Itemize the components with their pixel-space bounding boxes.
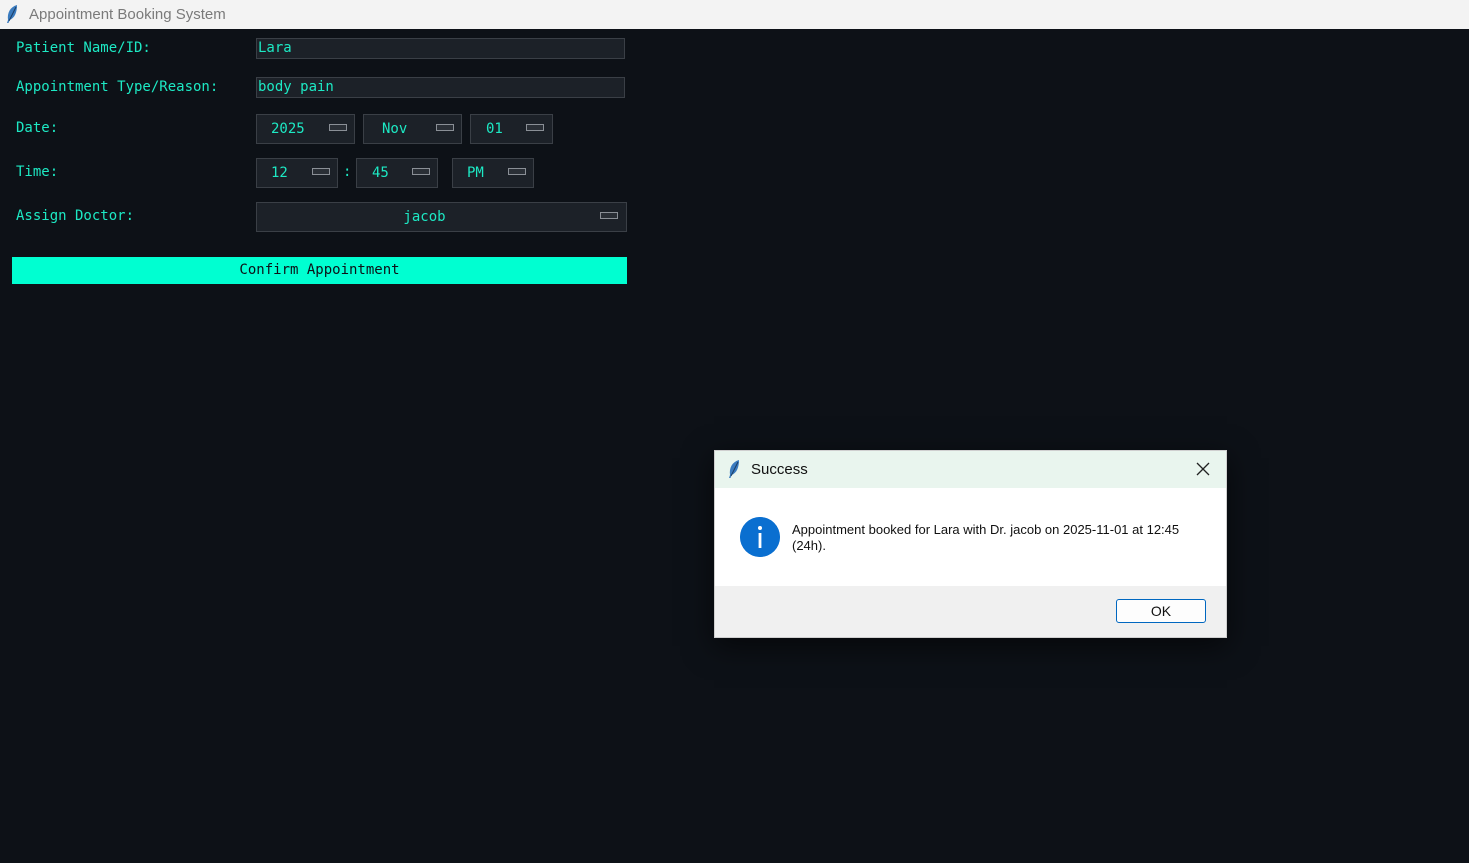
day-value: 01 [486,121,503,137]
patient-input[interactable]: Lara [256,38,625,59]
month-dropdown[interactable]: Nov [363,114,462,144]
success-dialog: Success Appointment booked for Lara with… [714,450,1227,638]
dropdown-indicator-icon [526,124,544,131]
minute-value: 45 [372,165,389,181]
dialog-message: Appointment booked for Lara with Dr. jac… [792,522,1180,553]
dropdown-indicator-icon [412,168,430,175]
reason-input[interactable]: body pain [256,77,625,98]
hour-dropdown[interactable]: 12 [256,158,338,188]
month-value: Nov [382,121,408,137]
dialog-footer: OK [715,586,1226,637]
dropdown-indicator-icon [600,212,618,219]
day-dropdown[interactable]: 01 [470,114,553,144]
dropdown-indicator-icon [436,124,454,131]
window-titlebar: Appointment Booking System [0,0,1469,29]
feather-icon [729,460,739,478]
confirm-appointment-button[interactable]: Confirm Appointment [12,257,627,284]
ampm-dropdown[interactable]: PM [452,158,534,188]
window-title: Appointment Booking System [29,6,226,23]
info-icon [740,517,780,557]
dropdown-indicator-icon [508,168,526,175]
patient-label: Patient Name/ID: [16,40,151,56]
ok-button[interactable]: OK [1116,599,1206,623]
time-separator: : [343,164,352,180]
hour-value: 12 [271,165,288,181]
dropdown-indicator-icon [329,124,347,131]
dialog-titlebar: Success [715,451,1226,488]
time-label: Time: [16,164,59,180]
feather-icon [7,5,17,23]
ampm-value: PM [467,165,484,181]
minute-dropdown[interactable]: 45 [356,158,438,188]
year-dropdown[interactable]: 2025 [256,114,355,144]
date-label: Date: [16,120,59,136]
doctor-value: jacob [403,209,446,225]
close-icon[interactable] [1195,461,1211,477]
doctor-label: Assign Doctor: [16,208,135,224]
doctor-dropdown[interactable]: jacob [256,202,627,232]
dropdown-indicator-icon [312,168,330,175]
year-value: 2025 [271,121,305,137]
dialog-title: Success [751,461,808,478]
reason-label: Appointment Type/Reason: [16,79,219,95]
